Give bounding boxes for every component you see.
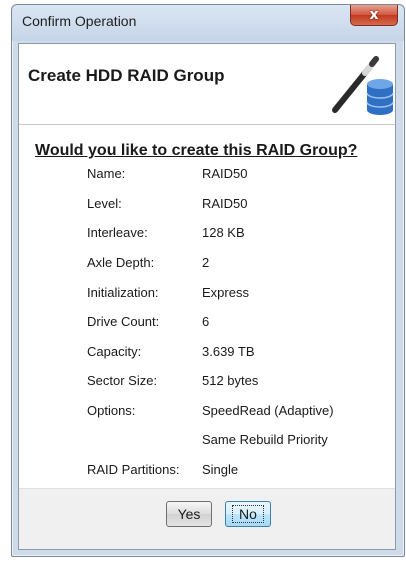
detail-value: 6 (202, 314, 210, 329)
detail-value: Single (202, 462, 239, 477)
detail-label: Drive Count: (87, 314, 160, 329)
detail-value: 2 (202, 255, 210, 270)
window-title: Confirm Operation (22, 13, 137, 29)
detail-label: RAID Partitions: (87, 462, 180, 477)
dialog-content: Create HDD RAID Group Would you like to … (18, 43, 396, 550)
detail-label: Options: (87, 403, 136, 418)
title-bar[interactable]: Confirm Operation x (12, 5, 404, 41)
detail-value: Same Rebuild Priority (202, 432, 328, 447)
yes-button[interactable]: Yes (166, 501, 212, 527)
detail-value: Express (202, 285, 249, 300)
detail-value: 128 KB (202, 225, 245, 240)
detail-label: Initialization: (87, 285, 159, 300)
detail-label: Sector Size: (87, 373, 158, 388)
detail-value: 3.639 TB (202, 344, 255, 359)
detail-value: RAID50 (202, 166, 248, 181)
detail-value: RAID50 (202, 196, 248, 211)
raid-wand-database-icon (332, 56, 394, 115)
close-button[interactable]: x (350, 5, 398, 26)
no-button-label: No (232, 505, 264, 523)
no-button[interactable]: No (225, 501, 271, 527)
header-band: Create HDD RAID Group (19, 44, 395, 125)
detail-label: Level: (87, 196, 122, 211)
detail-label: Capacity: (87, 344, 142, 359)
detail-value: SpeedRead (Adaptive) (202, 403, 334, 418)
button-bar: Yes No (19, 488, 395, 549)
detail-label: Interleave: (87, 225, 148, 240)
header-title: Create HDD RAID Group (28, 66, 225, 85)
detail-value: 512 bytes (202, 373, 259, 388)
confirmation-question: Would you like to create this RAID Group… (35, 142, 358, 159)
detail-label: Name: (87, 166, 126, 181)
detail-label: Axle Depth: (87, 255, 155, 270)
confirm-dialog: Confirm Operation x Create HDD RAID Grou… (11, 4, 405, 557)
close-icon: x (369, 7, 379, 23)
